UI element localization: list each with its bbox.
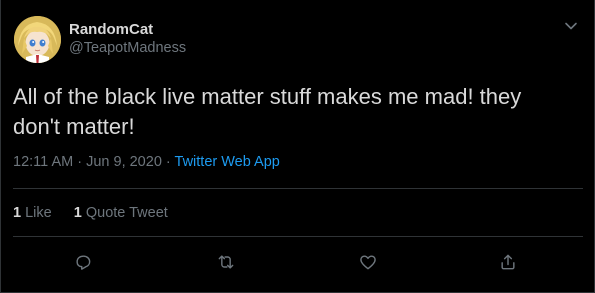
tweet-card: RandomCat @TeapotMadness All of the blac… bbox=[0, 0, 595, 293]
divider bbox=[13, 188, 583, 189]
share-icon[interactable] bbox=[495, 249, 521, 275]
chevron-down-icon[interactable] bbox=[563, 18, 579, 34]
tweet-actions bbox=[1, 249, 595, 275]
quotes-count: 1 bbox=[73, 205, 82, 221]
display-name[interactable]: RandomCat bbox=[69, 21, 153, 38]
divider bbox=[13, 236, 583, 237]
tweet-source-link[interactable]: Twitter Web App bbox=[175, 154, 280, 170]
reply-icon[interactable] bbox=[70, 249, 96, 275]
quote-tweets-stat[interactable]: 1 Quote Tweet bbox=[74, 205, 168, 221]
likes-stat[interactable]: 1 Like bbox=[13, 205, 52, 221]
meta-separator: · bbox=[77, 154, 87, 170]
tweet-stats: 1 Like 1 Quote Tweet bbox=[13, 205, 186, 221]
quotes-label: Quote Tweet bbox=[85, 205, 168, 221]
likes-label: Like bbox=[25, 205, 52, 221]
tweet-text: All of the black live matter stuff makes… bbox=[13, 84, 522, 139]
tweet-metadata: 12:11 AM · Jun 9, 2020 · Twitter Web App bbox=[13, 154, 280, 170]
tweet-date[interactable]: Jun 9, 2020 bbox=[86, 154, 162, 170]
tweet-time[interactable]: 12:11 AM bbox=[13, 154, 73, 170]
avatar[interactable] bbox=[14, 16, 61, 63]
retweet-icon[interactable] bbox=[213, 249, 239, 275]
user-handle[interactable]: @TeapotMadness bbox=[69, 40, 186, 56]
likes-count: 1 bbox=[13, 205, 22, 221]
heart-icon[interactable] bbox=[355, 249, 381, 275]
meta-separator: · bbox=[165, 154, 175, 170]
